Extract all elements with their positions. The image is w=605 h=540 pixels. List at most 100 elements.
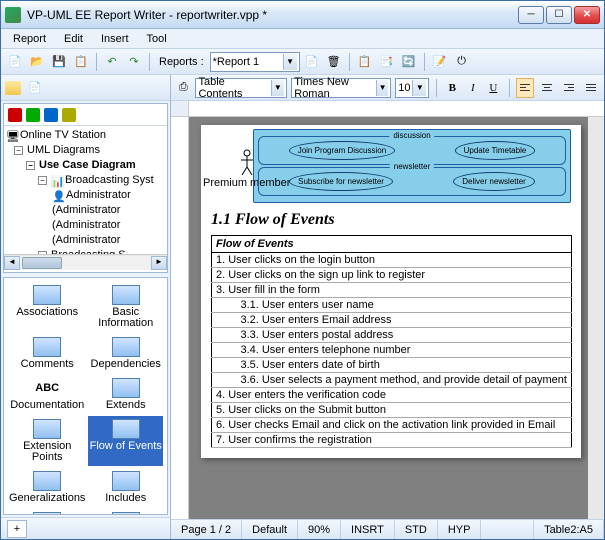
page-icon[interactable]: 📄 xyxy=(25,78,45,98)
palette-comments[interactable]: Comments xyxy=(8,334,86,373)
align-right-button[interactable] xyxy=(560,78,578,98)
palette-model[interactable]: Model xyxy=(8,509,86,515)
add-tab-button[interactable]: + xyxy=(7,520,27,538)
copy-icon[interactable]: 📑 xyxy=(377,52,397,72)
palette: Associations Basic Information Comments … xyxy=(3,277,168,515)
reports-combo[interactable]: *Report 1 ▼ xyxy=(210,52,300,72)
tree-icon-1[interactable] xyxy=(8,108,22,122)
status-zoom[interactable]: 90% xyxy=(298,520,341,539)
collapse-icon[interactable]: − xyxy=(26,161,35,170)
delete-icon[interactable]: 🗑 xyxy=(324,52,344,72)
folder-icon[interactable] xyxy=(5,81,21,95)
undo-icon[interactable]: ↶ xyxy=(102,52,122,72)
usecase: Deliver newsletter xyxy=(453,172,535,191)
table-row[interactable]: 3.6. User selects a payment method, and … xyxy=(212,373,572,388)
align-center-button[interactable] xyxy=(538,78,556,98)
palette-extends[interactable]: Extends xyxy=(88,375,163,414)
scroll-left-icon[interactable]: ◄ xyxy=(4,256,20,270)
collapse-icon[interactable]: − xyxy=(38,176,47,185)
chevron-down-icon[interactable]: ▼ xyxy=(271,80,285,96)
scroll-thumb[interactable] xyxy=(22,257,62,269)
usecase: Update Timetable xyxy=(455,141,536,160)
pagebreak-icon[interactable]: ⎙ xyxy=(175,78,191,98)
table-row[interactable]: 6. User checks Email and click on the ac… xyxy=(212,418,572,433)
table-row[interactable]: 4. User enters the verification code xyxy=(212,388,572,403)
status-cell-ref: Table2:A5 xyxy=(534,520,604,539)
collapse-icon[interactable]: − xyxy=(14,146,23,155)
align-justify-button[interactable] xyxy=(582,78,600,98)
table-row[interactable]: 3.2. User enters Email address xyxy=(212,313,572,328)
tree-body[interactable]: 🖥Online TV Station −UML Diagrams −Use Ca… xyxy=(4,126,167,254)
menu-report[interactable]: Report xyxy=(5,31,54,47)
table-row[interactable]: 2. User clicks on the sign up link to re… xyxy=(212,268,572,283)
chevron-down-icon[interactable]: ▼ xyxy=(376,80,388,96)
maximize-button[interactable]: ☐ xyxy=(546,6,572,24)
menu-tool[interactable]: Tool xyxy=(139,31,175,47)
palette-generalizations[interactable]: Generalizations xyxy=(8,468,86,507)
add-report-icon[interactable]: 📄 xyxy=(302,52,322,72)
tree-icon-3[interactable] xyxy=(44,108,58,122)
table-row[interactable]: 3.3. User enters postal address xyxy=(212,328,572,343)
titlebar: VP-UML EE Report Writer - reportwriter.v… xyxy=(1,1,604,29)
new-icon[interactable]: 📄 xyxy=(5,52,25,72)
table-row[interactable]: 3.5. User enters date of birth xyxy=(212,358,572,373)
align-left-button[interactable] xyxy=(516,78,534,98)
statusbar: Page 1 / 2 Default 90% INSRT STD HYP Tab… xyxy=(171,519,604,539)
save-icon[interactable]: 💾 xyxy=(49,52,69,72)
tool-icon[interactable]: 📋 xyxy=(355,52,375,72)
status-insrt[interactable]: INSRT xyxy=(341,520,395,539)
h-scrollbar[interactable]: ◄ ► xyxy=(4,254,167,270)
h-ruler[interactable] xyxy=(189,101,604,116)
minimize-button[interactable]: ─ xyxy=(518,6,544,24)
style-combo[interactable]: Table Contents▼ xyxy=(195,78,287,98)
chevron-down-icon[interactable]: ▼ xyxy=(283,54,297,70)
app-window: VP-UML EE Report Writer - reportwriter.v… xyxy=(0,0,605,540)
chevron-down-icon[interactable]: ▼ xyxy=(412,80,426,96)
menu-insert[interactable]: Insert xyxy=(93,31,137,47)
palette-extension-points[interactable]: Extension Points xyxy=(8,416,86,466)
table-row[interactable]: 7. User confirms the registration xyxy=(212,433,572,448)
config-icon[interactable]: 📝 xyxy=(430,52,450,72)
palette-associations[interactable]: Associations xyxy=(8,282,86,332)
bold-button[interactable]: B xyxy=(444,78,460,98)
window-title: VP-UML EE Report Writer - reportwriter.v… xyxy=(27,8,518,22)
v-scrollbar[interactable] xyxy=(588,117,604,519)
v-ruler[interactable] xyxy=(171,117,189,519)
tree-icon-2[interactable] xyxy=(26,108,40,122)
collapse-icon[interactable]: − xyxy=(38,251,47,254)
status-hyp[interactable]: HYP xyxy=(438,520,482,539)
export-icon[interactable]: 📋 xyxy=(71,52,91,72)
power-icon[interactable]: ⏻ xyxy=(452,52,472,72)
table-row[interactable]: 5. User clicks on the Submit button xyxy=(212,403,572,418)
redo-icon[interactable]: ↷ xyxy=(124,52,144,72)
table-row[interactable]: 3. User fill in the form xyxy=(212,283,572,298)
menubar: Report Edit Insert Tool xyxy=(1,29,604,49)
flow-table[interactable]: Flow of Events 1. User clicks on the log… xyxy=(211,235,572,448)
left-panel: 📄 🖥Online TV Station −UML Diagrams −Use … xyxy=(1,75,171,539)
palette-parent[interactable]: Parent xyxy=(88,509,163,515)
project-icon: 🖥 xyxy=(6,130,18,142)
palette-basic-info[interactable]: Basic Information xyxy=(88,282,163,332)
status-std[interactable]: STD xyxy=(395,520,438,539)
scroll-right-icon[interactable]: ► xyxy=(151,256,167,270)
size-combo[interactable]: 10▼ xyxy=(395,78,429,98)
left-toolbar: 📄 xyxy=(1,75,170,101)
table-row[interactable]: 3.1. User enters user name xyxy=(212,298,572,313)
table-row[interactable]: 1. User clicks on the login button xyxy=(212,253,572,268)
palette-includes[interactable]: Includes xyxy=(88,468,163,507)
usecase: Join Program Discussion xyxy=(289,141,395,160)
close-button[interactable]: ✕ xyxy=(574,6,600,24)
page-viewport[interactable]: Premium member discussion Join Program D… xyxy=(189,117,588,519)
menu-edit[interactable]: Edit xyxy=(56,31,91,47)
underline-button[interactable]: U xyxy=(485,78,501,98)
refresh-icon[interactable]: 🔄 xyxy=(399,52,419,72)
italic-button[interactable]: I xyxy=(465,78,481,98)
palette-documentation[interactable]: ABCDocumentation xyxy=(8,375,86,414)
open-icon[interactable]: 📂 xyxy=(27,52,47,72)
tree-icon-4[interactable] xyxy=(62,108,76,122)
palette-flow-of-events[interactable]: Flow of Events xyxy=(88,416,163,466)
palette-dependencies[interactable]: Dependencies xyxy=(88,334,163,373)
table-row[interactable]: 3.4. User enters telephone number xyxy=(212,343,572,358)
actor-icon: 👤 xyxy=(52,190,64,202)
font-combo[interactable]: Times New Roman▼ xyxy=(291,78,391,98)
